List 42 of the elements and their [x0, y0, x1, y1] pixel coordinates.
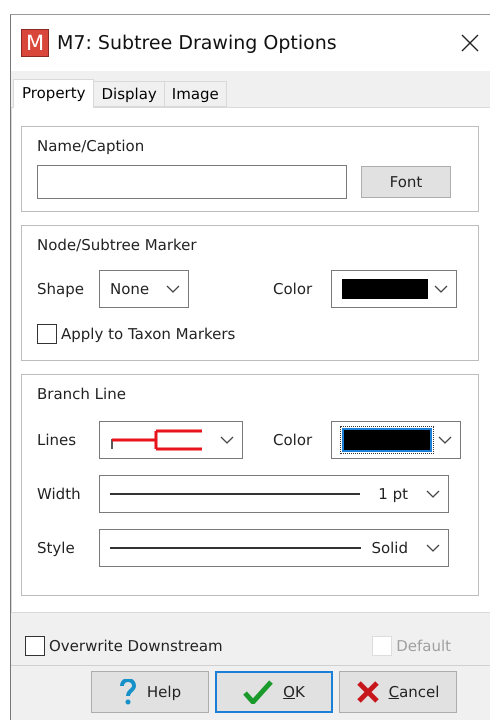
- tab[interactable]: Property: [13, 79, 94, 108]
- cancel-button[interactable]: Cancel: [339, 671, 457, 713]
- app-logo-icon: M: [21, 29, 49, 57]
- checkbox-label: Default: [396, 637, 451, 655]
- help-icon: [118, 679, 137, 705]
- dropdown-value: Solid: [371, 539, 408, 557]
- group-title: Branch Line: [37, 385, 127, 403]
- chevron-down-icon: [434, 284, 448, 294]
- field-label: Style: [37, 539, 76, 557]
- checkmark-icon: [243, 680, 274, 704]
- width-dropdown[interactable]: 1 pt: [99, 475, 449, 513]
- x-mark-icon: [356, 681, 379, 703]
- chevron-down-icon: [438, 436, 452, 444]
- color-dropdown[interactable]: [331, 421, 461, 459]
- shape-dropdown[interactable]: None: [99, 270, 189, 308]
- ok-button[interactable]: OK: [215, 671, 333, 713]
- chevron-down-icon: [220, 436, 234, 444]
- group-title: Node/Subtree Marker: [37, 236, 198, 254]
- chevron-down-icon: [426, 490, 440, 498]
- font-button[interactable]: Font: [361, 166, 451, 198]
- dropdown-value: 1 pt: [378, 485, 408, 503]
- checkbox-label: Apply to Taxon Markers: [61, 325, 236, 343]
- field-label: Color: [273, 431, 314, 449]
- checkbox-label: Overwrite Downstream: [49, 637, 223, 655]
- checkbox[interactable]: [37, 324, 57, 344]
- field-label: Color: [273, 280, 314, 298]
- lines-dropdown[interactable]: [99, 421, 243, 459]
- help-button[interactable]: Help: [91, 671, 209, 713]
- field-label: Width: [37, 485, 82, 503]
- group-title: Name/Caption: [37, 137, 146, 155]
- style-dropdown[interactable]: Solid: [99, 529, 449, 567]
- checkbox[interactable]: [25, 636, 45, 656]
- chevron-down-icon: [166, 284, 180, 294]
- window-title: M7: Subtree Drawing Options: [57, 32, 338, 54]
- chevron-down-icon: [426, 544, 440, 552]
- color-dropdown[interactable]: [331, 270, 457, 308]
- field-label: Shape: [37, 280, 85, 298]
- tab[interactable]: Display: [93, 81, 165, 107]
- field-label: Lines: [37, 431, 78, 449]
- input-field[interactable]: [37, 165, 347, 199]
- tab[interactable]: Image: [164, 81, 227, 107]
- close-icon[interactable]: [461, 34, 479, 52]
